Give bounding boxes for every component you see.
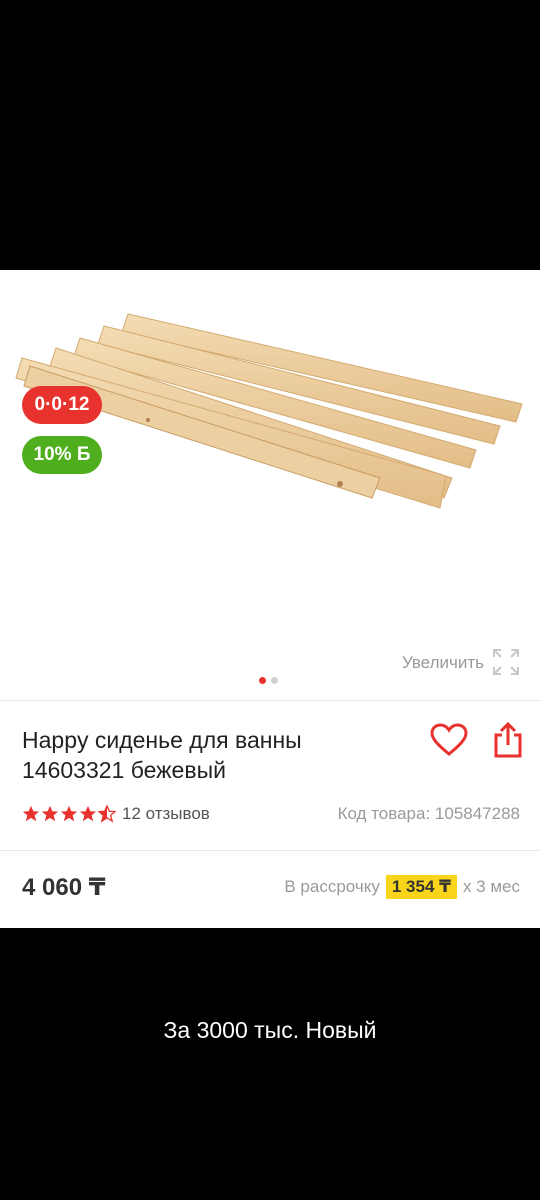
star-icon — [60, 805, 78, 822]
reviews-link[interactable]: 12 отзывов — [122, 804, 210, 824]
gallery-pagination — [259, 671, 283, 689]
star-icon — [22, 805, 40, 822]
product-card: 0·0·12 10% Б Увеличить Happy сиденье для… — [0, 270, 540, 928]
caption-text: За 3000 тыс. Новый — [163, 1017, 377, 1043]
zoom-label[interactable]: Увеличить — [402, 653, 484, 673]
divider — [0, 700, 540, 701]
installment-prefix: В рассрочку — [284, 877, 380, 896]
installment-offer[interactable]: В рассрочку 1 354 ₸ x 3 мес — [284, 875, 520, 899]
product-title: Happy сиденье для ванны 14603321 бежевый — [22, 727, 302, 783]
star-half-icon — [98, 805, 116, 823]
heart-icon[interactable] — [430, 723, 468, 757]
product-gallery[interactable]: 0·0·12 10% Б Увеличить — [0, 270, 540, 700]
installment-amount: 1 354 ₸ — [385, 875, 457, 899]
expand-icon[interactable] — [492, 648, 520, 676]
star-icon — [41, 805, 59, 822]
installment-term: x 3 мес — [462, 877, 520, 896]
gallery-dot-active[interactable] — [259, 677, 266, 684]
installment-badge: 0·0·12 — [22, 386, 102, 424]
divider — [0, 850, 540, 851]
product-price: 4 060 ₸ — [22, 874, 106, 901]
share-icon[interactable] — [493, 721, 523, 759]
bonus-badge: 10% Б — [22, 436, 102, 474]
product-sku: Код товара: 105847288 — [337, 804, 520, 823]
product-image — [15, 313, 523, 509]
rating[interactable]: 12 отзывов — [22, 804, 210, 824]
gallery-dot[interactable] — [271, 677, 278, 684]
star-icon — [79, 805, 97, 822]
